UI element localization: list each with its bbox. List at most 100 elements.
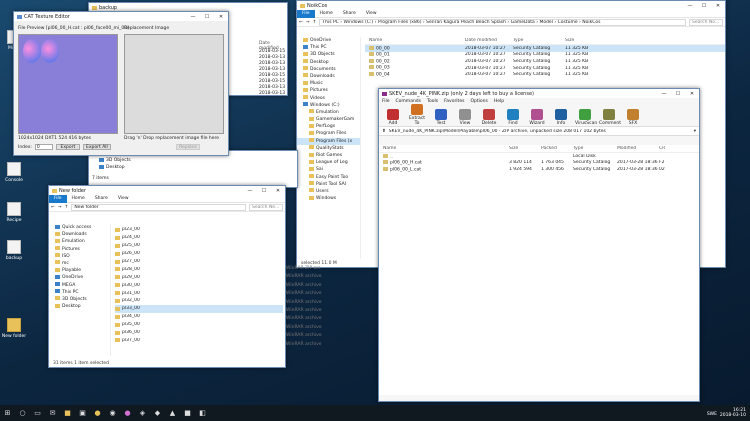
minimize-icon[interactable]: — [683,3,697,9]
app-icon-c[interactable]: ▲ [167,408,178,419]
list-item[interactable]: pl27_00 [115,258,283,266]
column-type[interactable]: Type [513,38,565,43]
table-row[interactable]: pl06_00_H.cat 3 820 114 1 763 045 Security … [379,160,699,167]
up-folder-icon[interactable]: ⬆ [382,129,386,134]
nav-item[interactable]: Program Files [297,130,360,137]
ribbon-tab-share[interactable]: Share [90,196,113,201]
start-icon[interactable]: ⊞ [2,408,13,419]
menu-item[interactable]: Favorites [444,99,464,104]
nav-item[interactable]: 3D Objects [297,51,360,58]
nav-item[interactable]: Windows [297,195,360,202]
replace-button[interactable]: Replace [176,144,200,150]
nav-item[interactable]: Emulation [49,238,110,245]
language-indicator[interactable]: SWE [707,412,717,417]
forward-arrow-icon[interactable]: → [58,205,62,210]
list-item[interactable]: pl37_00 [115,336,283,344]
column-date[interactable]: Date modified [465,38,513,43]
chrome-icon[interactable]: ● [92,408,103,419]
toolbar-button[interactable]: View [455,109,475,126]
desktop-icon-console[interactable]: Console [1,162,27,183]
menu-item[interactable]: Options [470,99,487,104]
column-header[interactable]: Packed [541,146,573,151]
nav-item[interactable]: Playable [49,267,110,274]
ribbon-tab-view[interactable]: View [113,196,134,201]
nav-item[interactable]: PerfLogs [297,123,360,130]
close-icon[interactable]: ✕ [685,91,699,97]
menu-item[interactable]: Tools [427,99,438,104]
list-item[interactable]: pl33_00 [115,304,283,313]
nav-item[interactable]: mc [49,260,110,267]
ribbon-tab-home[interactable]: Home [315,11,338,16]
column-header[interactable]: Size [509,146,541,151]
app-icon-e[interactable]: ◧ [197,408,208,419]
search-input[interactable]: Search No... [689,18,723,26]
nav-item[interactable]: Videos [297,95,360,102]
ribbon-tab-share[interactable]: Share [338,11,361,16]
maximize-icon[interactable]: ☐ [200,14,214,20]
cat-texture-editor[interactable]: CAT Texture Editor — ☐ ✕ File Preview [pl06… [13,11,229,156]
toolbar-button[interactable]: Test [431,109,451,126]
ribbon-tab-file[interactable]: File [49,194,67,203]
maximize-icon[interactable]: ☐ [697,3,711,9]
menu-item[interactable]: File [382,99,390,104]
nav-item[interactable]: QualityStats [297,145,360,152]
explorer-new-folder[interactable]: New folder — ☐ ✕ File Home Share View ← → ↑ N… [48,185,286,368]
column-header[interactable]: CR [659,146,679,151]
list-item[interactable]: pl25_00 [115,242,283,250]
nav-item[interactable]: 3D Objects [49,296,110,303]
close-icon[interactable]: ✕ [214,14,228,20]
minimize-icon[interactable]: — [657,91,671,97]
table-row[interactable]: 00_01 2018-03-07 10:27 Security Catalog 11 … [365,52,725,59]
nav-item[interactable]: Windows (C:) [297,102,360,109]
column-header[interactable]: Type [573,146,617,151]
list-item[interactable]: pl30_00 [115,281,283,289]
nav-item[interactable]: Emulation [297,109,360,116]
list-item[interactable]: pl36_00 [115,329,283,337]
list-item[interactable]: pl31_00 [115,289,283,297]
column-size[interactable]: Size [565,38,605,43]
maximize-icon[interactable]: ☐ [257,188,271,194]
close-icon[interactable]: ✕ [271,188,285,194]
nav-item[interactable]: Pictures [297,87,360,94]
explorer-noikcos-titlebar[interactable]: NoikCos — ☐ ✕ [297,1,725,10]
app-icon-b[interactable]: ◆ [152,408,163,419]
toolbar-button[interactable]: SFX [623,109,643,126]
nav-item[interactable]: ISO [49,253,110,260]
toolbar-button[interactable]: Extract To [407,104,427,126]
up-arrow-icon[interactable]: ↑ [65,205,69,210]
explorer-icon[interactable]: ■ [62,408,73,419]
nav-item[interactable]: MEGA [49,282,110,289]
up-arrow-icon[interactable]: ↑ [313,20,317,25]
export-all-button[interactable]: Export All [82,144,111,150]
list-item[interactable]: pl28_00 [115,265,283,273]
cat-titlebar[interactable]: CAT Texture Editor — ☐ ✕ [14,12,228,21]
nav-item[interactable]: OneDrive [297,37,360,44]
explorer-new-titlebar[interactable]: New folder — ☐ ✕ [49,186,285,195]
store-icon[interactable]: ▣ [77,408,88,419]
table-row[interactable]: 00_02 2018-03-07 10:27 Security Catalog 11 … [365,58,725,65]
steam-icon[interactable]: ◉ [107,408,118,419]
nav-item[interactable]: Downloads [297,73,360,80]
toolbar-button[interactable]: Comment [599,109,621,126]
desktop-icon-recipe[interactable]: Recipe [1,202,27,223]
close-icon[interactable]: ✕ [711,3,725,9]
chevron-down-icon[interactable]: ▾ [694,129,696,134]
search-icon[interactable]: ○ [17,408,28,419]
toolbar-button[interactable]: VirusScan [575,109,597,126]
toolbar-button[interactable]: Wizard [527,109,547,126]
list-item[interactable]: pl26_00 [115,250,283,258]
minimize-icon[interactable]: — [186,14,200,20]
replacement-drop-area[interactable] [124,34,224,134]
winrar-titlebar[interactable]: SKEV_nude_4K_PINK.zip (only 2 days left … [379,89,699,98]
task-view-icon[interactable]: ▭ [32,408,43,419]
nav-item[interactable]: Downloads [49,231,110,238]
table-row[interactable]: 00_03 2018-03-07 10:27 Security Catalog 11 … [365,65,725,72]
app-icon-a[interactable]: ◈ [137,408,148,419]
nav-item[interactable]: Program Files (x [297,137,360,145]
address-path[interactable]: New folder [71,203,246,211]
nav-item[interactable]: League of Leg [297,159,360,166]
toolbar-button[interactable]: Find [503,109,523,126]
list-item[interactable]: pl23_00 [115,226,283,234]
column-header[interactable]: Name [379,146,509,151]
ribbon-tab-home[interactable]: Home [67,196,90,201]
